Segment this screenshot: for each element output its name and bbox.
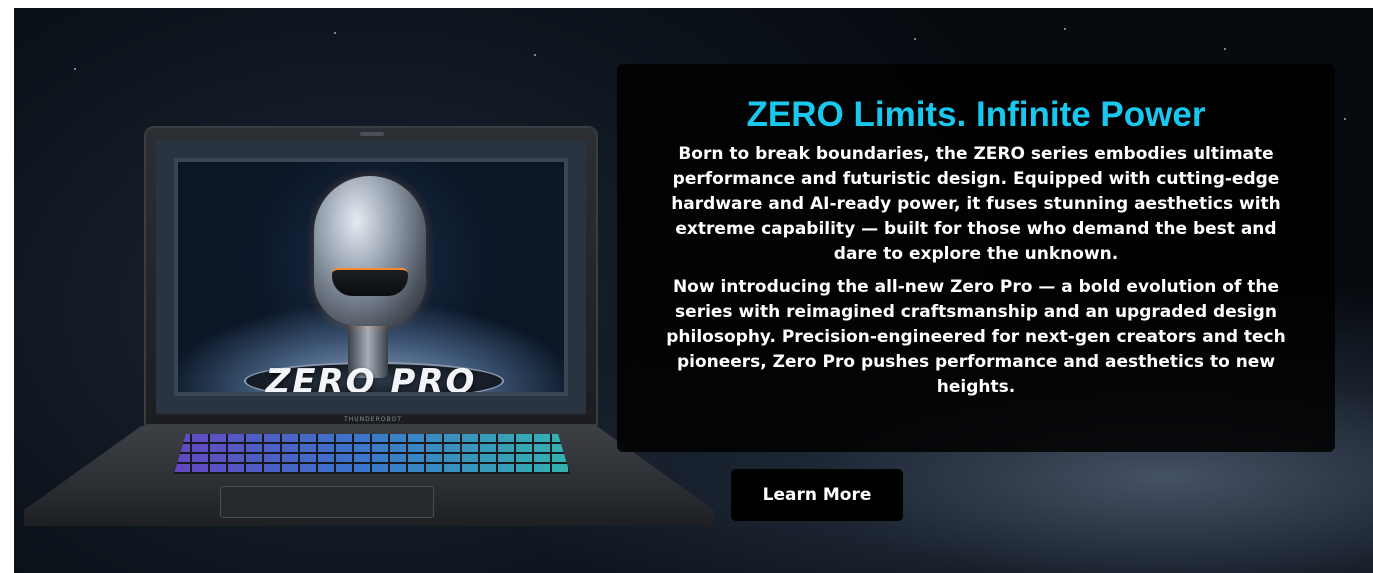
description-paragraph-2: Now introducing the all-new Zero Pro — a… xyxy=(666,277,1286,397)
learn-more-button[interactable]: Learn More xyxy=(731,469,903,521)
webcam xyxy=(360,132,384,136)
rgb-keyboard xyxy=(174,434,570,474)
headline: ZERO Limits. Infinite Power xyxy=(746,95,1206,134)
star xyxy=(334,32,336,34)
laptop-product-image: ZERO PRO THUNDEROBOT xyxy=(24,126,714,546)
screen-frame xyxy=(156,140,586,414)
laptop-lid: ZERO PRO THUNDEROBOT xyxy=(144,126,598,426)
hinge-brand: THUNDEROBOT xyxy=(344,416,402,423)
star xyxy=(914,38,916,40)
star xyxy=(1064,28,1066,30)
laptop-screen: ZERO PRO xyxy=(156,140,586,414)
text-panel: ZERO Limits. Infinite Power Born to brea… xyxy=(617,64,1335,452)
star xyxy=(74,68,76,70)
description-paragraph-1: Born to break boundaries, the ZERO serie… xyxy=(671,144,1281,264)
touchpad xyxy=(220,486,434,518)
star xyxy=(534,54,536,56)
star xyxy=(1224,48,1226,50)
star xyxy=(1344,118,1346,120)
hero-banner: ZERO PRO THUNDEROBOT ZERO Limits. Infini… xyxy=(14,8,1373,573)
